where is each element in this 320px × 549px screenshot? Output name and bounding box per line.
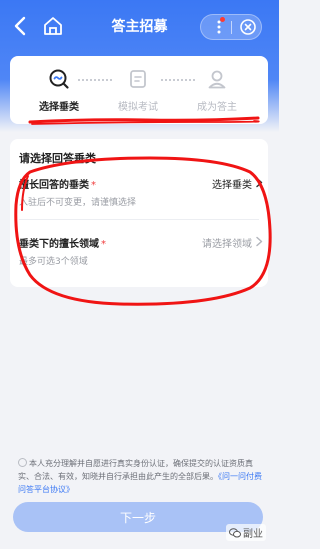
close-circle-icon[interactable] bbox=[239, 18, 257, 36]
steps-card: 选择垂类 模拟考试 成为答主 bbox=[10, 56, 268, 124]
row-label: 垂类下的擅长领域 * bbox=[19, 235, 106, 250]
step-label: 成为答主 bbox=[197, 102, 237, 113]
category-select-value[interactable]: 选择垂类 bbox=[212, 176, 252, 191]
step-mock-exam: 模拟考试 bbox=[98, 68, 178, 113]
row-hint: 入驻后不可变更，请谨慎选择 bbox=[19, 198, 137, 208]
watermark: 副业 bbox=[226, 524, 266, 541]
chevron-right-icon[interactable] bbox=[255, 236, 264, 247]
domain-select-value[interactable]: 请选择领域 bbox=[202, 235, 252, 250]
row-label-text: 垂类下的擅长领域 bbox=[19, 239, 99, 250]
row-label: 擅长回答的垂类 * bbox=[19, 176, 96, 191]
required-mark: * bbox=[91, 180, 96, 191]
user-icon bbox=[208, 70, 226, 89]
agreement-checkbox[interactable] bbox=[18, 458, 27, 467]
capsule-divider bbox=[231, 21, 232, 34]
step-label: 选择垂类 bbox=[39, 102, 79, 113]
mini-program-capsule bbox=[200, 14, 262, 40]
step-select-category: 选择垂类 bbox=[19, 68, 99, 113]
row-label-text: 擅长回答的垂类 bbox=[19, 180, 89, 191]
wechat-icon bbox=[229, 528, 241, 538]
search-chat-icon bbox=[49, 69, 69, 89]
chevron-right-icon[interactable] bbox=[255, 177, 264, 188]
step-label: 模拟考试 bbox=[118, 102, 158, 113]
form-title: 请选择回答垂类 bbox=[19, 152, 96, 165]
document-icon bbox=[130, 70, 146, 88]
agreement: 本人充分理解并自愿进行真实身份认证，确保提交的认证资质真实、合法、有效，知晓并自… bbox=[18, 457, 268, 496]
watermark-text: 副业 bbox=[243, 529, 263, 540]
required-mark: * bbox=[101, 239, 106, 250]
step-become-answerer: 成为答主 bbox=[177, 68, 257, 113]
row-hint: 最多可选3个领域 bbox=[19, 257, 88, 267]
top-bar: 答主招募 bbox=[0, 10, 279, 42]
divider bbox=[19, 219, 259, 220]
category-form-card: 请选择回答垂类 擅长回答的垂类 * 选择垂类 入驻后不可变更，请谨慎选择 垂类下的… bbox=[10, 139, 268, 287]
notification-dot bbox=[220, 17, 225, 22]
